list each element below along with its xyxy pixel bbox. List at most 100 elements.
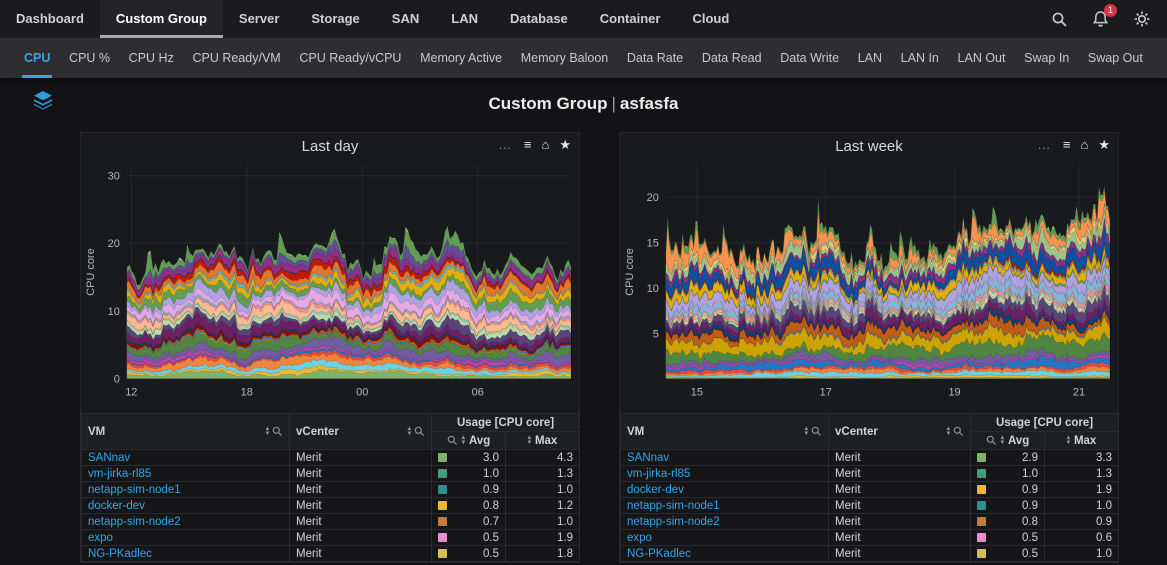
sort-icon[interactable]: ▴▾: [528, 436, 531, 445]
vm-table-row[interactable]: vm-jirka-rl85 Merit 1.0 1.3: [82, 466, 580, 482]
vm-table-row[interactable]: expo Merit 0.5 1.9: [82, 530, 580, 546]
nav-item-custom-group[interactable]: Custom Group: [100, 0, 223, 38]
chart-panel-0: Last day ... ≡ ⌂ ★ 010203012180006CPU co…: [80, 132, 580, 563]
max-column-header[interactable]: ▴▾ Max: [1045, 432, 1119, 450]
stacked-area-chart[interactable]: 510152015171921CPU core: [620, 159, 1118, 411]
vcenter-column-header[interactable]: vCenter ▴▾: [290, 414, 432, 450]
vm-link[interactable]: netapp-sim-node2: [627, 516, 720, 528]
nav-item-server[interactable]: Server: [223, 0, 295, 38]
panel-menu-icon[interactable]: ...: [499, 138, 512, 152]
vm-table-row[interactable]: netapp-sim-node2 Merit 0.7 1.0: [82, 514, 580, 530]
usage-column-header: Usage [CPU core]: [971, 414, 1119, 432]
vm-link[interactable]: netapp-sim-node2: [88, 516, 181, 528]
metric-tab-data-rate[interactable]: Data Rate: [625, 38, 685, 78]
metric-tab-lan-in[interactable]: LAN In: [899, 38, 941, 78]
max-column-header[interactable]: ▴▾ Max: [506, 432, 580, 450]
nav-item-lan[interactable]: LAN: [435, 0, 494, 38]
vcenter-column-label: vCenter: [835, 426, 878, 438]
vm-table-row[interactable]: netapp-sim-node2 Merit 0.8 0.9: [621, 514, 1119, 530]
vm-link[interactable]: SANnav: [627, 452, 669, 464]
column-search-icon[interactable]: [811, 426, 822, 437]
panel-star-icon[interactable]: ★: [559, 136, 571, 154]
vm-link[interactable]: expo: [88, 532, 113, 544]
vm-link[interactable]: netapp-sim-node1: [627, 500, 720, 512]
metric-tab-swap-in[interactable]: Swap In: [1022, 38, 1071, 78]
sort-icon[interactable]: ▴▾: [1067, 436, 1070, 445]
panel-list-icon[interactable]: ≡: [1063, 136, 1071, 154]
vm-link[interactable]: NG-PKadlec: [88, 548, 152, 560]
panel-home-icon[interactable]: ⌂: [541, 136, 549, 154]
vm-link[interactable]: expo: [627, 532, 652, 544]
vm-link[interactable]: vm-jirka-rl85: [88, 468, 151, 480]
metric-tab-lan[interactable]: LAN: [856, 38, 884, 78]
metric-tab-cpu-hz[interactable]: CPU Hz: [127, 38, 176, 78]
column-search-icon[interactable]: [272, 426, 283, 437]
panel-list-icon[interactable]: ≡: [524, 136, 532, 154]
sort-icon[interactable]: ▴▾: [1001, 436, 1004, 445]
vm-table-row[interactable]: docker-dev Merit 0.9 1.9: [621, 482, 1119, 498]
panel-home-icon[interactable]: ⌂: [1080, 136, 1088, 154]
series-color-swatch: [438, 469, 447, 478]
vcenter-column-header[interactable]: vCenter ▴▾: [829, 414, 971, 450]
vm-column-header[interactable]: VM ▴▾: [82, 414, 290, 450]
metric-tab-memory-baloon[interactable]: Memory Baloon: [519, 38, 611, 78]
nav-item-san[interactable]: SAN: [376, 0, 435, 38]
nav-item-database[interactable]: Database: [494, 0, 584, 38]
metric-tab-cpu-ready-vm[interactable]: CPU Ready/VM: [190, 38, 282, 78]
panel-star-icon[interactable]: ★: [1098, 136, 1110, 154]
vcenter-cell: Merit: [290, 482, 432, 498]
avg-column-header[interactable]: ▴▾ Avg: [432, 432, 506, 450]
vm-column-header[interactable]: VM ▴▾: [621, 414, 829, 450]
search-icon[interactable]: [1051, 11, 1068, 28]
column-search-icon[interactable]: [447, 435, 458, 446]
stacked-area-chart[interactable]: 010203012180006CPU core: [81, 159, 579, 411]
column-search-icon[interactable]: [414, 426, 425, 437]
metric-tab-memory-active[interactable]: Memory Active: [418, 38, 504, 78]
metric-tab-data-read[interactable]: Data Read: [700, 38, 764, 78]
svg-text:18: 18: [241, 387, 253, 399]
column-search-icon[interactable]: [953, 426, 964, 437]
vm-table-row[interactable]: expo Merit 0.5 0.6: [621, 530, 1119, 546]
vm-table-row[interactable]: docker-dev Merit 0.8 1.2: [82, 498, 580, 514]
svg-text:10: 10: [108, 306, 120, 318]
settings-gear-icon[interactable]: [1133, 10, 1151, 28]
sort-icon[interactable]: ▴▾: [947, 427, 950, 436]
collapse-layers-icon[interactable]: [32, 90, 54, 115]
vm-table-row[interactable]: SANnav Merit 3.0 4.3: [82, 450, 580, 466]
sort-icon[interactable]: ▴▾: [266, 427, 269, 436]
sort-icon[interactable]: ▴▾: [805, 427, 808, 436]
metric-tab-data-write[interactable]: Data Write: [778, 38, 841, 78]
panel-title[interactable]: Last week: [835, 138, 903, 155]
vm-table-row[interactable]: NG-PKadlec Merit 0.5 1.8: [82, 546, 580, 562]
metric-tab-lan-out[interactable]: LAN Out: [956, 38, 1008, 78]
notifications-bell-icon[interactable]: 1: [1092, 10, 1109, 28]
vm-table-row[interactable]: SANnav Merit 2.9 3.3: [621, 450, 1119, 466]
svg-text:0: 0: [114, 374, 120, 386]
metric-tab-cpu-ready-vcpu[interactable]: CPU Ready/vCPU: [297, 38, 403, 78]
panel-menu-icon[interactable]: ...: [1038, 138, 1051, 152]
panel-title[interactable]: Last day: [302, 138, 359, 155]
series-color-swatch: [438, 533, 447, 542]
nav-item-storage[interactable]: Storage: [295, 0, 375, 38]
nav-item-container[interactable]: Container: [584, 0, 677, 38]
nav-item-cloud[interactable]: Cloud: [676, 0, 745, 38]
vcenter-cell: Merit: [290, 546, 432, 562]
metric-tab-cpu[interactable]: CPU: [22, 38, 52, 78]
avg-column-header[interactable]: ▴▾ Avg: [971, 432, 1045, 450]
vm-link[interactable]: netapp-sim-node1: [88, 484, 181, 496]
vm-table-row[interactable]: vm-jirka-rl85 Merit 1.0 1.3: [621, 466, 1119, 482]
vm-link[interactable]: SANnav: [88, 452, 130, 464]
vm-link[interactable]: NG-PKadlec: [627, 548, 691, 560]
vm-table-row[interactable]: NG-PKadlec Merit 0.5 1.0: [621, 546, 1119, 562]
vm-table-row[interactable]: netapp-sim-node1 Merit 0.9 1.0: [621, 498, 1119, 514]
vm-table-row[interactable]: netapp-sim-node1 Merit 0.9 1.0: [82, 482, 580, 498]
sort-icon[interactable]: ▴▾: [462, 436, 465, 445]
vm-link[interactable]: docker-dev: [88, 500, 145, 512]
nav-item-dashboard[interactable]: Dashboard: [0, 0, 100, 38]
vm-link[interactable]: docker-dev: [627, 484, 684, 496]
metric-tab-swap-out[interactable]: Swap Out: [1086, 38, 1145, 78]
sort-icon[interactable]: ▴▾: [408, 427, 411, 436]
metric-tab-cpu-[interactable]: CPU %: [67, 38, 112, 78]
vm-link[interactable]: vm-jirka-rl85: [627, 468, 690, 480]
column-search-icon[interactable]: [986, 435, 997, 446]
